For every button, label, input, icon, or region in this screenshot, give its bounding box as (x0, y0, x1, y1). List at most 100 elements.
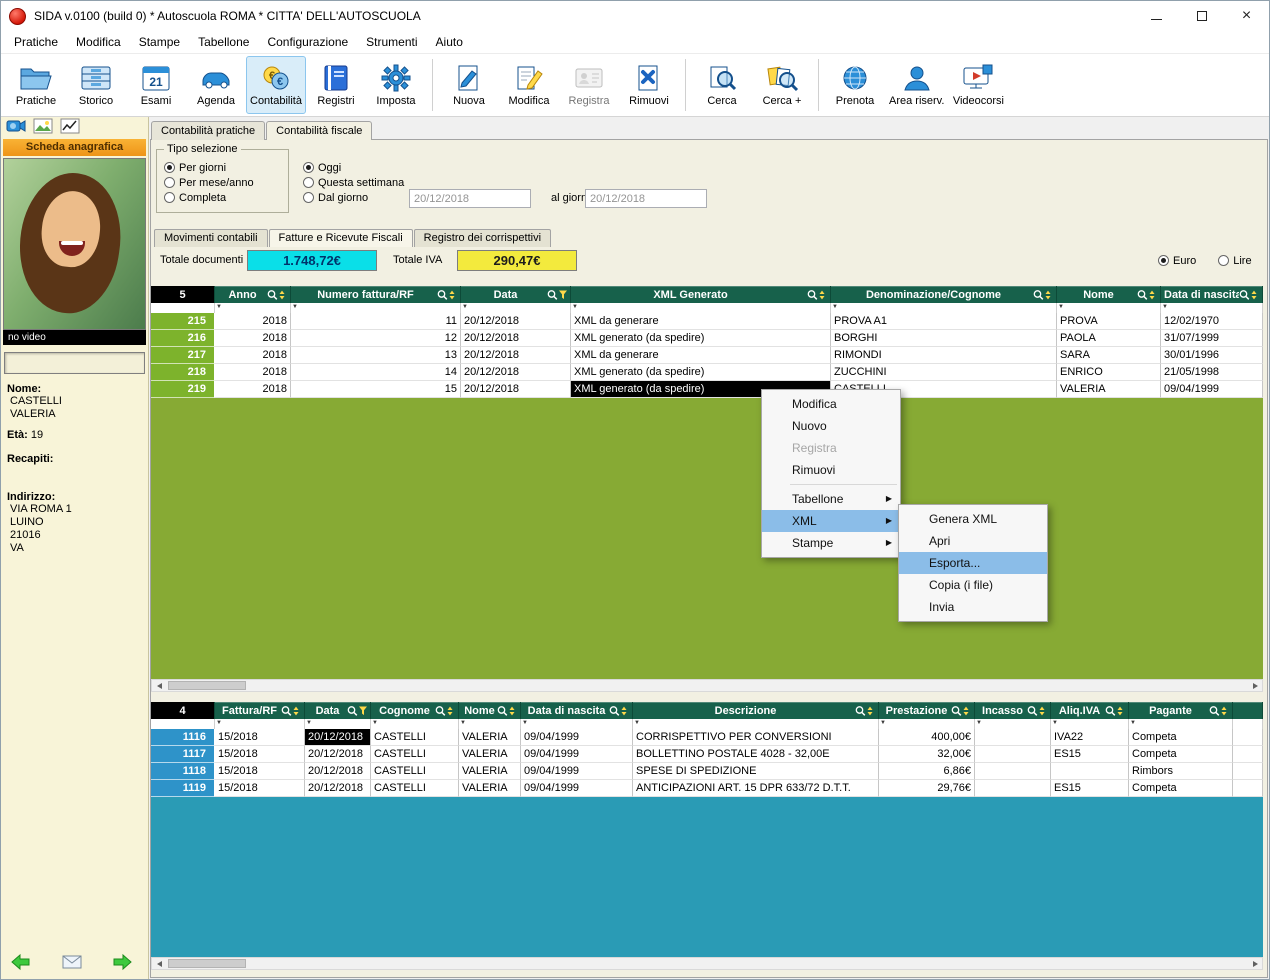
menu-item-xml[interactable]: XML▶ (762, 510, 900, 532)
filter-cell[interactable]: ▼ (1161, 303, 1263, 313)
dal-giorno-input[interactable] (409, 189, 531, 208)
cell[interactable]: CASTELLI (371, 780, 459, 797)
column-header-data-di-nascita[interactable]: Data di nascita (521, 702, 633, 719)
column-header-fattura-rf[interactable]: Fattura/RF (215, 702, 305, 719)
cell[interactable]: 20/12/2018 (305, 729, 371, 746)
column-header-prestazione[interactable]: Prestazione (879, 702, 975, 719)
cell[interactable]: 2018 (215, 313, 291, 330)
column-header-denominazione-cognome[interactable]: Denominazione/Cognome (831, 286, 1057, 303)
toolbar-area-riserv[interactable]: Area riserv. (885, 56, 948, 114)
cell[interactable]: 11 (291, 313, 461, 330)
filter-cell[interactable]: ▼ (1129, 719, 1233, 729)
filter-cell[interactable]: ▼ (371, 719, 459, 729)
cell[interactable]: 20/12/2018 (305, 780, 371, 797)
cell[interactable]: 2018 (215, 330, 291, 347)
toolbar-cerca[interactable]: Cerca (692, 56, 752, 114)
menu-strumenti[interactable]: Strumenti (357, 32, 426, 52)
radio-euro[interactable]: Euro (1158, 253, 1196, 268)
cell[interactable]: 29,76€ (879, 780, 975, 797)
tab-contabilita-pratiche[interactable]: Contabilità pratiche (151, 121, 265, 140)
radio-per-mese-anno[interactable]: Per mese/anno (164, 175, 254, 190)
subtab-movimenti-contabili[interactable]: Movimenti contabili (154, 229, 268, 247)
cell[interactable]: Competa (1129, 746, 1233, 763)
menu-item-stampe[interactable]: Stampe▶ (762, 532, 900, 554)
column-header-data[interactable]: Data (305, 702, 371, 719)
cell[interactable] (1233, 746, 1263, 763)
cell[interactable] (975, 780, 1051, 797)
cell[interactable]: SPESE DI SPEDIZIONE (633, 763, 879, 780)
filter-cell[interactable]: ▼ (975, 719, 1051, 729)
toolbar-storico[interactable]: Storico (66, 56, 126, 114)
cell[interactable]: PROVA A1 (831, 313, 1057, 330)
cell[interactable]: 400,00€ (879, 729, 975, 746)
column-header-blank[interactable] (1233, 702, 1263, 719)
cell[interactable]: CASTELLI (371, 729, 459, 746)
cell[interactable]: PAOLA (1057, 330, 1161, 347)
horizontal-scrollbar[interactable] (151, 957, 1263, 970)
cell[interactable]: Competa (1129, 780, 1233, 797)
cell[interactable]: XML da generare (571, 313, 831, 330)
radio-per-giorni[interactable]: Per giorni (164, 160, 254, 175)
cell[interactable]: VALERIA (459, 763, 521, 780)
next-record-arrow-icon[interactable] (111, 953, 133, 976)
column-sort-icon[interactable] (1209, 705, 1229, 717)
cell[interactable]: XML generato (da spedire) (571, 330, 831, 347)
cell[interactable]: 15/2018 (215, 746, 305, 763)
radio-dal-giorno[interactable]: Dal giorno (303, 190, 404, 205)
cell[interactable]: 13 (291, 347, 461, 364)
toolbar-pratiche[interactable]: Pratiche (6, 56, 66, 114)
scroll-right-arrow[interactable] (1248, 680, 1262, 691)
menu-item-rimuovi[interactable]: Rimuovi (762, 459, 900, 481)
toolbar-agenda[interactable]: Agenda (186, 56, 246, 114)
maximize-button[interactable] (1179, 1, 1224, 31)
cell[interactable]: SARA (1057, 347, 1161, 364)
row-1117[interactable]: 111715/201820/12/2018CASTELLIVALERIA09/0… (151, 746, 1263, 763)
column-sort-icon[interactable] (1137, 289, 1157, 301)
filter-cell[interactable]: ▼ (291, 303, 461, 313)
cell[interactable]: 20/12/2018 (461, 313, 571, 330)
subtab-registro-dei-corrispettivi[interactable]: Registro dei corrispettivi (414, 229, 551, 247)
menu-stampe[interactable]: Stampe (130, 32, 189, 52)
menu-item-copia-i-file[interactable]: Copia (i file) (899, 574, 1047, 596)
cell[interactable]: 12 (291, 330, 461, 347)
filter-cell[interactable]: ▼ (521, 719, 633, 729)
column-sort-icon[interactable] (951, 705, 971, 717)
cell[interactable]: 15/2018 (215, 763, 305, 780)
cell[interactable]: 14 (291, 364, 461, 381)
column-sort-icon[interactable] (437, 289, 457, 301)
column-sort-icon[interactable] (1027, 705, 1047, 717)
cell[interactable]: 09/04/1999 (521, 746, 633, 763)
row-1119[interactable]: 111915/201820/12/2018CASTELLIVALERIA09/0… (151, 780, 1263, 797)
cell[interactable]: CASTELLI (371, 763, 459, 780)
column-sort-icon[interactable] (347, 705, 367, 717)
cell[interactable]: XML generato (da spedire) (571, 364, 831, 381)
scroll-track[interactable] (166, 958, 1248, 969)
menu-item-tabellone[interactable]: Tabellone▶ (762, 488, 900, 510)
column-sort-icon[interactable] (1239, 289, 1259, 301)
menu-pratiche[interactable]: Pratiche (5, 32, 67, 52)
cell[interactable]: 30/01/1996 (1161, 347, 1263, 364)
filter-cell[interactable]: ▼ (215, 719, 305, 729)
envelope-icon[interactable] (62, 955, 82, 974)
prev-record-arrow-icon[interactable] (10, 953, 32, 976)
column-header-anno[interactable]: Anno (215, 286, 291, 303)
menu-item-nuovo[interactable]: Nuovo (762, 415, 900, 437)
cell[interactable]: 09/04/1999 (1161, 381, 1263, 398)
scroll-thumb[interactable] (168, 681, 246, 690)
cell[interactable] (1233, 780, 1263, 797)
filter-cell[interactable]: ▼ (879, 719, 975, 729)
cell[interactable]: CASTELLI (371, 746, 459, 763)
cell[interactable]: 09/04/1999 (521, 763, 633, 780)
cell[interactable]: BOLLETTINO POSTALE 4028 - 32,00E (633, 746, 879, 763)
column-sort-icon[interactable] (281, 705, 301, 717)
cell[interactable]: 15 (291, 381, 461, 398)
cell[interactable]: ES15 (1051, 780, 1129, 797)
scroll-right-arrow[interactable] (1248, 958, 1262, 969)
toolbar-nuova[interactable]: Nuova (439, 56, 499, 114)
column-header-cognome[interactable]: Cognome (371, 702, 459, 719)
cell[interactable]: Competa (1129, 729, 1233, 746)
picture-icon[interactable] (33, 118, 53, 139)
cell[interactable]: 20/12/2018 (461, 347, 571, 364)
menu-aiuto[interactable]: Aiuto (427, 32, 472, 52)
cell[interactable] (975, 763, 1051, 780)
